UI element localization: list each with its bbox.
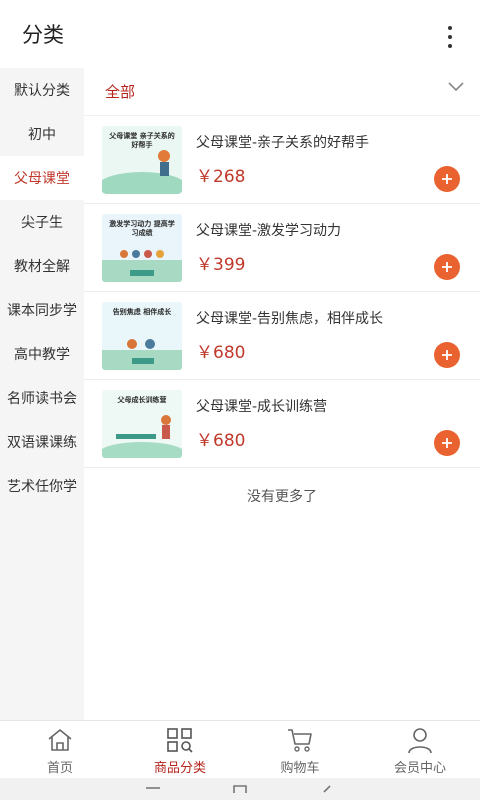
thumbnail-caption: 告别焦虑 相伴成长	[112, 308, 172, 316]
product-item[interactable]: 父母课堂 亲子关系的好帮手 父母课堂-亲子关系的好帮手 ￥268	[84, 116, 480, 204]
filter-dropdown[interactable]: 全部	[84, 68, 480, 116]
sidebar-item-top-students[interactable]: 尖子生	[0, 200, 84, 244]
add-to-cart-button[interactable]	[434, 166, 460, 192]
bottom-tab-bar: 首页 商品分类 购物车 会员中心	[0, 720, 480, 778]
system-navigation-bar	[0, 778, 480, 800]
plus-icon	[442, 262, 452, 272]
tab-cart-label: 购物车	[280, 761, 320, 776]
list-end-text: 没有更多了	[247, 489, 317, 505]
tab-home-label: 首页	[46, 761, 73, 776]
product-price: ￥680	[196, 343, 246, 363]
sidebar-item-bilingual[interactable]: 双语课课练	[0, 420, 84, 464]
sidebar-item-textbook-sync[interactable]: 课本同步学	[0, 288, 84, 332]
chevron-down-icon	[448, 81, 464, 96]
product-thumbnail: 父母课堂 亲子关系的好帮手	[102, 126, 182, 194]
cart-icon	[285, 726, 315, 754]
product-thumbnail: 激发学习动力 提高学习成绩	[102, 214, 182, 282]
plus-icon	[442, 350, 452, 360]
sidebar-item-parent-class[interactable]: 父母课堂	[0, 156, 84, 200]
page-title: 分类	[22, 23, 64, 47]
thumbnail-caption: 父母成长训练营	[117, 396, 167, 404]
tab-member-label: 会员中心	[393, 761, 446, 776]
product-price: ￥680	[196, 431, 246, 451]
product-item[interactable]: 告别焦虑 相伴成长 父母课堂-告别焦虑，相伴成长 ￥680	[84, 292, 480, 380]
category-sidebar: 默认分类 初中 父母课堂 尖子生 教材全解 课本同步学 高中教学 名师读书会 双…	[0, 68, 84, 720]
app: 分类 默认分类 初中 父母课堂 尖子生 教材全解 课本同步学 高中教学 名师读书…	[0, 0, 480, 800]
product-price: ￥268	[196, 167, 246, 187]
sidebar-item-junior-high[interactable]: 初中	[0, 112, 84, 156]
sidebar-item-high-school[interactable]: 高中教学	[0, 332, 84, 376]
sidebar-item-default[interactable]: 默认分类	[0, 68, 84, 112]
sidebar-item-reading-club[interactable]: 名师读书会	[0, 376, 84, 420]
menu-icon[interactable]	[145, 785, 161, 793]
header: 分类	[0, 0, 480, 68]
thumbnail-caption: 父母课堂 亲子关系的好帮手	[109, 132, 175, 149]
tab-category-label: 商品分类	[153, 761, 206, 776]
product-price: ￥399	[196, 255, 246, 275]
thumbnail-caption: 激发学习动力 提高学习成绩	[109, 220, 175, 237]
home-square-icon[interactable]	[232, 785, 248, 793]
tab-home[interactable]: 首页	[0, 721, 120, 778]
product-thumbnail: 父母成长训练营	[102, 390, 182, 458]
sidebar-item-textbook-explained[interactable]: 教材全解	[0, 244, 84, 288]
add-to-cart-button[interactable]	[434, 254, 460, 280]
product-thumbnail: 告别焦虑 相伴成长	[102, 302, 182, 370]
sidebar-item-art[interactable]: 艺术任你学	[0, 464, 84, 508]
product-item[interactable]: 父母成长训练营 父母课堂-成长训练营 ￥680	[84, 380, 480, 468]
category-icon	[165, 726, 195, 754]
product-name: 父母课堂-成长训练营	[196, 399, 328, 415]
back-icon[interactable]	[319, 785, 335, 793]
more-menu-icon[interactable]	[446, 26, 454, 48]
home-icon	[45, 726, 75, 754]
product-name: 父母课堂-激发学习动力	[196, 223, 342, 239]
add-to-cart-button[interactable]	[434, 430, 460, 456]
tab-member[interactable]: 会员中心	[360, 721, 480, 778]
tab-category[interactable]: 商品分类	[120, 721, 240, 778]
product-name: 父母课堂-告别焦虑，相伴成长	[196, 311, 384, 327]
filter-label: 全部	[105, 83, 136, 101]
product-name: 父母课堂-亲子关系的好帮手	[196, 135, 370, 151]
product-item[interactable]: 激发学习动力 提高学习成绩 父母课堂-激发学习动力 ￥399	[84, 204, 480, 292]
user-icon	[405, 726, 435, 754]
plus-icon	[442, 438, 452, 448]
add-to-cart-button[interactable]	[434, 342, 460, 368]
tab-cart[interactable]: 购物车	[240, 721, 360, 778]
product-list-panel: 全部 父母课堂 亲子关系的好帮手 父母课堂-亲子关系的好帮手 ￥268 激发学习…	[84, 68, 480, 720]
plus-icon	[442, 174, 452, 184]
